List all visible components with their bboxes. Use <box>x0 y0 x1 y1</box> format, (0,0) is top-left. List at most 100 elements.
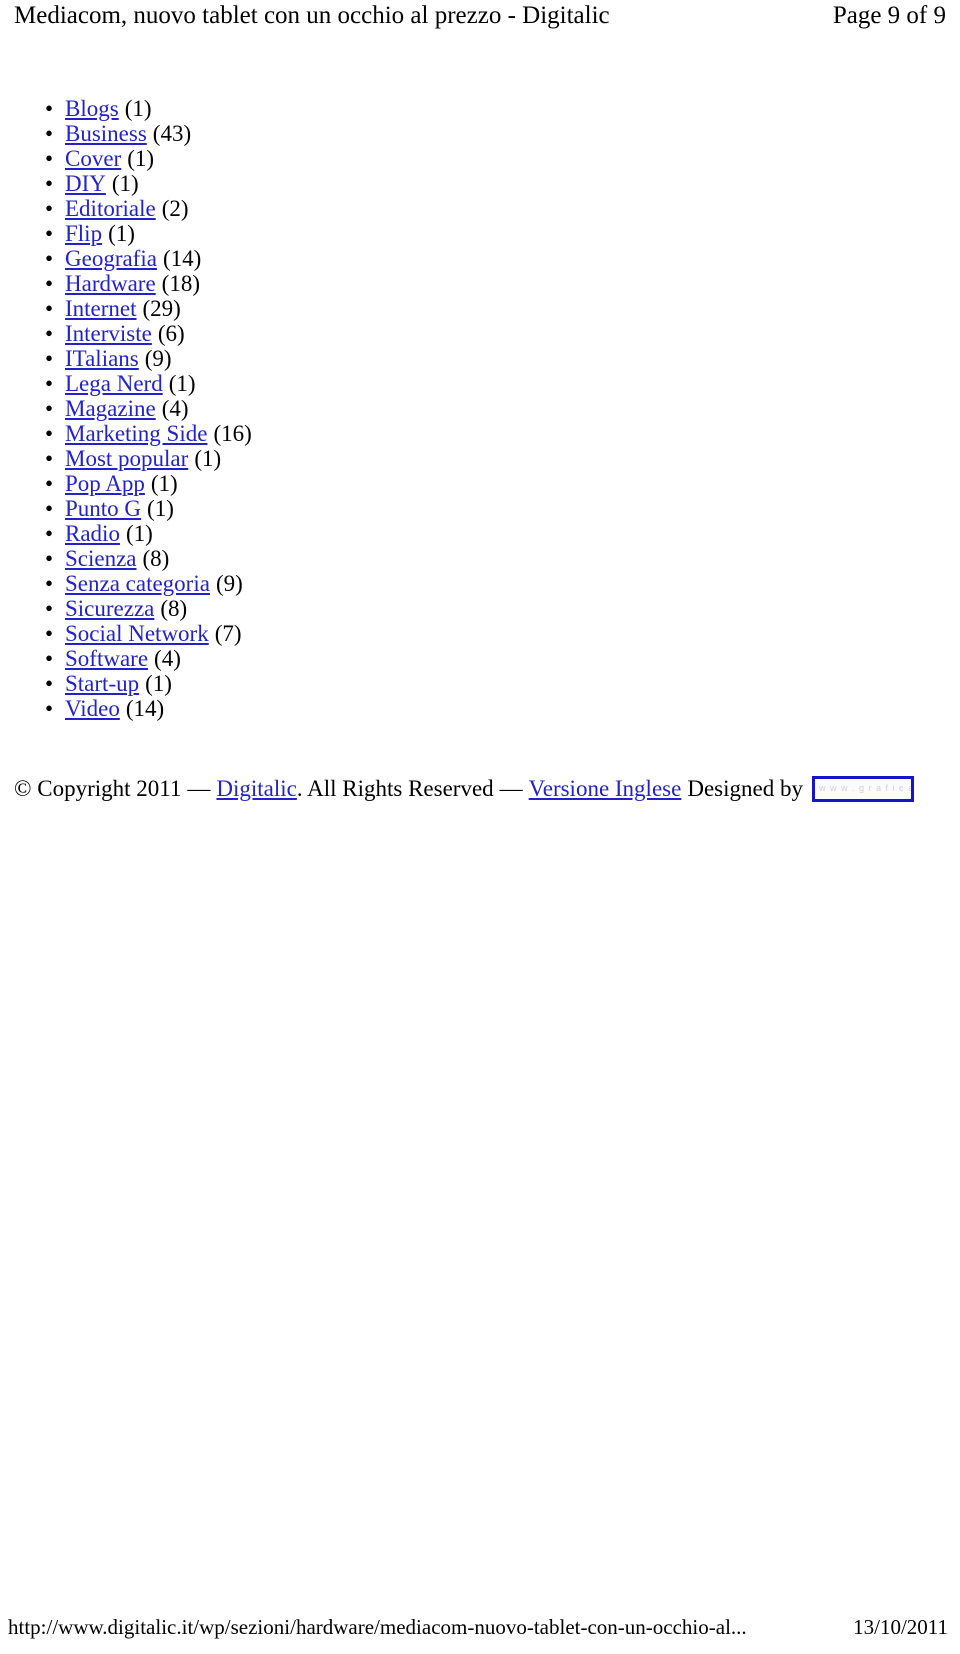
category-list-item: • Lega Nerd (1) <box>0 371 960 396</box>
bullet-icon: • <box>45 571 54 596</box>
category-list-item: • Marketing Side (16) <box>0 421 960 446</box>
category-link[interactable]: Business <box>65 121 147 146</box>
category-count: (1) <box>168 371 196 396</box>
bullet-icon: • <box>45 621 54 646</box>
category-list-item: • ITalians (9) <box>0 346 960 371</box>
bullet-icon: • <box>45 546 54 571</box>
category-count: (7) <box>214 621 242 646</box>
bullet-icon: • <box>45 596 54 621</box>
category-list-item: • Geografia (14) <box>0 246 960 271</box>
bullet-icon: • <box>45 471 54 496</box>
designer-logo-image[interactable]: w w w . g r a f i c a <box>811 776 914 802</box>
category-link[interactable]: Internet <box>65 296 137 321</box>
designer-logo-glyphs: w w w . g r a f i c a <box>818 783 914 793</box>
category-link[interactable]: Radio <box>65 521 120 546</box>
category-count: (1) <box>150 471 178 496</box>
bullet-icon: • <box>45 321 54 346</box>
category-link[interactable]: Magazine <box>65 396 156 421</box>
copyright-line: © Copyright 2011 — Digitalic . All Right… <box>14 773 946 805</box>
category-count: (14) <box>125 696 165 721</box>
category-count: (43) <box>152 121 192 146</box>
category-count: (4) <box>161 396 189 421</box>
versione-inglese-link[interactable]: Versione Inglese <box>529 774 682 804</box>
footer-print-date: 13/10/2011 <box>853 1615 948 1639</box>
category-link[interactable]: Marketing Side <box>65 421 207 446</box>
category-link[interactable]: DIY <box>65 171 106 196</box>
page-number-indicator: Page 9 of 9 <box>832 2 946 29</box>
category-list-item: • Pop App (1) <box>0 471 960 496</box>
category-list-item: • Flip (1) <box>0 221 960 246</box>
category-link[interactable]: Senza categoria <box>65 571 210 596</box>
category-link[interactable]: Flip <box>65 221 102 246</box>
bullet-icon: • <box>45 371 54 396</box>
bullet-icon: • <box>45 521 54 546</box>
category-list-item: • Blogs (1) <box>0 96 960 121</box>
category-link[interactable]: Editoriale <box>65 196 156 221</box>
bullet-icon: • <box>45 121 54 146</box>
category-link[interactable]: Interviste <box>65 321 152 346</box>
category-count: (8) <box>142 546 170 571</box>
page-header-title: Mediacom, nuovo tablet con un occhio al … <box>14 2 610 29</box>
category-list-item: • Start-up (1) <box>0 671 960 696</box>
category-count: (2) <box>161 196 189 221</box>
category-list-item: • Sicurezza (8) <box>0 596 960 621</box>
bullet-icon: • <box>45 96 54 121</box>
category-list-item: • Internet (29) <box>0 296 960 321</box>
category-count: (9) <box>215 571 243 596</box>
footer-source-url: http://www.digitalic.it/wp/sezioni/hardw… <box>8 1615 747 1639</box>
category-link[interactable]: Lega Nerd <box>65 371 163 396</box>
copyright-dash-one: — <box>187 776 211 801</box>
category-link[interactable]: ITalians <box>65 346 139 371</box>
category-list-item: • DIY (1) <box>0 171 960 196</box>
bullet-icon: • <box>45 296 54 321</box>
category-list-item: • Video (14) <box>0 696 960 721</box>
category-link[interactable]: Sicurezza <box>65 596 154 621</box>
category-count: (1) <box>147 496 174 521</box>
bullet-icon: • <box>45 221 54 246</box>
category-link[interactable]: Software <box>65 646 148 671</box>
bullet-icon: • <box>45 196 54 221</box>
category-link[interactable]: Pop App <box>65 471 145 496</box>
category-link[interactable]: Social Network <box>65 621 209 646</box>
category-list-item: • Social Network (7) <box>0 621 960 646</box>
category-count: (29) <box>142 296 181 321</box>
category-link[interactable]: Blogs <box>65 96 119 121</box>
category-count: (1) <box>194 446 222 471</box>
category-count: (8) <box>160 596 188 621</box>
category-list-item: • Hardware (18) <box>0 271 960 296</box>
category-count: (16) <box>213 421 252 446</box>
category-link[interactable]: Start-up <box>65 671 139 696</box>
bullet-icon: • <box>45 646 54 671</box>
category-list-item: • Interviste (6) <box>0 321 960 346</box>
category-count: (9) <box>144 346 172 371</box>
category-list-item: • Radio (1) <box>0 521 960 546</box>
category-count: (4) <box>154 646 181 671</box>
bullet-icon: • <box>45 446 54 471</box>
category-link[interactable]: Cover <box>65 146 121 171</box>
digitalic-link[interactable]: Digitalic <box>216 774 296 804</box>
category-count: (1) <box>108 221 135 246</box>
bullet-icon: • <box>45 146 54 171</box>
copyright-rights-text: . All Rights Reserved <box>296 776 494 801</box>
category-count: (1) <box>125 521 153 546</box>
category-list-item: • Business (43) <box>0 121 960 146</box>
bullet-icon: • <box>45 421 54 446</box>
category-count: (18) <box>161 271 200 296</box>
category-list: • Blogs (1) • Business (43) • Cover (1) • DIY (1) • E… <box>0 96 960 721</box>
category-link[interactable]: Most popular <box>65 446 188 471</box>
category-list-item: • Senza categoria (9) <box>0 571 960 596</box>
bullet-icon: • <box>45 271 54 296</box>
copyright-prefix: © Copyright 2011 <box>14 776 182 801</box>
category-list-item: • Magazine (4) <box>0 396 960 421</box>
category-count: (6) <box>157 321 185 346</box>
category-link[interactable]: Punto G <box>65 496 141 521</box>
category-list-item: • Software (4) <box>0 646 960 671</box>
category-link[interactable]: Scienza <box>65 546 137 571</box>
category-link[interactable]: Video <box>65 696 120 721</box>
category-link[interactable]: Hardware <box>65 271 156 296</box>
designed-by-label: Designed by <box>687 776 803 801</box>
bullet-icon: • <box>45 396 54 421</box>
category-link[interactable]: Geografia <box>65 246 157 271</box>
page-header: Mediacom, nuovo tablet con un occhio al … <box>14 0 946 34</box>
bullet-icon: • <box>45 696 54 721</box>
